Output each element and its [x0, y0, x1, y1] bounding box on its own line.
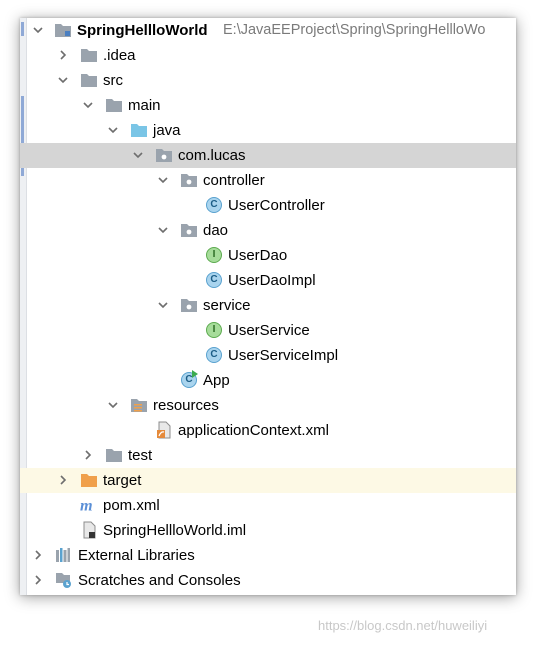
tree-row-user-controller[interactable]: C UserController	[20, 193, 516, 218]
tree-row-dao[interactable]: dao	[20, 218, 516, 243]
tree-row-package-com-lucas[interactable]: com.lucas	[20, 143, 516, 168]
tree-label: UserDao	[228, 247, 288, 264]
tree-label: com.lucas	[178, 147, 246, 164]
chevron-down-icon[interactable]	[131, 148, 145, 162]
tree-row-scratches[interactable]: Scratches and Consoles	[20, 568, 516, 593]
java-interface-icon: I	[205, 321, 223, 339]
tree-label: applicationContext.xml	[178, 422, 329, 439]
package-folder-icon	[180, 221, 198, 239]
chevron-right-icon[interactable]	[56, 48, 70, 62]
package-folder-icon	[155, 146, 173, 164]
tree-row-iml[interactable]: SpringHellloWorld.iml	[20, 518, 516, 543]
tree-row-service[interactable]: service	[20, 293, 516, 318]
watermark: https://blog.csdn.net/huweiliyi	[318, 618, 488, 633]
interface-letter: I	[206, 247, 222, 263]
chevron-right-icon[interactable]	[56, 473, 70, 487]
folder-icon	[80, 71, 98, 89]
tree-label: UserServiceImpl	[228, 347, 339, 364]
folder-icon	[80, 46, 98, 64]
project-tool-window: SpringHellloWorld E:\JavaEEProject\Sprin…	[20, 18, 516, 595]
chevron-down-icon[interactable]	[81, 98, 95, 112]
chevron-down-icon[interactable]	[31, 23, 45, 37]
resources-folder-icon	[130, 396, 148, 414]
tree-row-src[interactable]: src	[20, 68, 516, 93]
chevron-down-icon[interactable]	[106, 398, 120, 412]
tree-row-user-service-impl[interactable]: C UserServiceImpl	[20, 343, 516, 368]
tree-label: UserService	[228, 322, 310, 339]
tree-label: Scratches and Consoles	[78, 572, 241, 589]
project-path: E:\JavaEEProject\Spring\SpringHellloWo	[223, 22, 486, 38]
tree-row-project-root[interactable]: SpringHellloWorld E:\JavaEEProject\Sprin…	[20, 18, 516, 43]
tree-row-idea[interactable]: .idea	[20, 43, 516, 68]
maven-file-icon: m	[80, 496, 98, 514]
tree-label: java	[153, 122, 181, 139]
java-class-icon: C	[205, 346, 223, 364]
tree-label: target	[103, 472, 142, 489]
project-name: SpringHellloWorld	[77, 22, 208, 39]
module-folder-icon	[54, 21, 72, 39]
java-class-icon: C	[205, 271, 223, 289]
module-file-icon	[80, 521, 98, 539]
svg-text:m: m	[80, 496, 93, 514]
source-folder-icon	[130, 121, 148, 139]
spring-xml-file-icon	[155, 421, 173, 439]
tree-label: service	[203, 297, 251, 314]
tree-label: pom.xml	[103, 497, 160, 514]
folder-icon	[105, 96, 123, 114]
package-folder-icon	[180, 171, 198, 189]
tree-label: resources	[153, 397, 219, 414]
tree-row-controller[interactable]: controller	[20, 168, 516, 193]
chevron-right-icon[interactable]	[31, 548, 45, 562]
tree-label: test	[128, 447, 153, 464]
tree-row-target[interactable]: target	[20, 468, 516, 493]
tree-row-test[interactable]: test	[20, 443, 516, 468]
chevron-right-icon[interactable]	[31, 573, 45, 587]
package-folder-icon	[180, 296, 198, 314]
tree-row-main[interactable]: main	[20, 93, 516, 118]
tree-row-java[interactable]: java	[20, 118, 516, 143]
chevron-down-icon[interactable]	[56, 73, 70, 87]
tree-row-app[interactable]: C App	[20, 368, 516, 393]
tree-label: SpringHellloWorld.iml	[103, 522, 247, 539]
java-class-icon: C	[205, 196, 223, 214]
java-interface-icon: I	[205, 246, 223, 264]
tree-row-external-libraries[interactable]: External Libraries	[20, 543, 516, 568]
scratches-icon	[55, 571, 73, 589]
class-letter: C	[206, 272, 222, 288]
libraries-icon	[55, 546, 73, 564]
tree-label: .idea	[103, 47, 136, 64]
tree-label: dao	[203, 222, 229, 239]
tree-label: External Libraries	[78, 547, 195, 564]
tree-label: controller	[203, 172, 265, 189]
run-badge-icon	[192, 370, 198, 378]
runnable-class-icon: C	[180, 370, 198, 389]
tree-row-user-service[interactable]: I UserService	[20, 318, 516, 343]
excluded-folder-icon	[80, 471, 98, 489]
chevron-down-icon[interactable]	[156, 298, 170, 312]
chevron-down-icon[interactable]	[106, 123, 120, 137]
class-letter: C	[206, 347, 222, 363]
tree-label: App	[203, 372, 230, 389]
tree-row-application-context[interactable]: applicationContext.xml	[20, 418, 516, 443]
tree-label: src	[103, 72, 123, 89]
chevron-down-icon[interactable]	[156, 173, 170, 187]
tree-label: main	[128, 97, 161, 114]
tree-label: UserController	[228, 197, 325, 214]
tree-row-user-dao[interactable]: I UserDao	[20, 243, 516, 268]
chevron-right-icon[interactable]	[81, 448, 95, 462]
tree-row-pom[interactable]: m pom.xml	[20, 493, 516, 518]
class-letter: C	[206, 197, 222, 213]
folder-icon	[105, 446, 123, 464]
tree-row-resources[interactable]: resources	[20, 393, 516, 418]
tree-label: UserDaoImpl	[228, 272, 316, 289]
interface-letter: I	[206, 322, 222, 338]
chevron-down-icon[interactable]	[156, 223, 170, 237]
tree-row-user-dao-impl[interactable]: C UserDaoImpl	[20, 268, 516, 293]
